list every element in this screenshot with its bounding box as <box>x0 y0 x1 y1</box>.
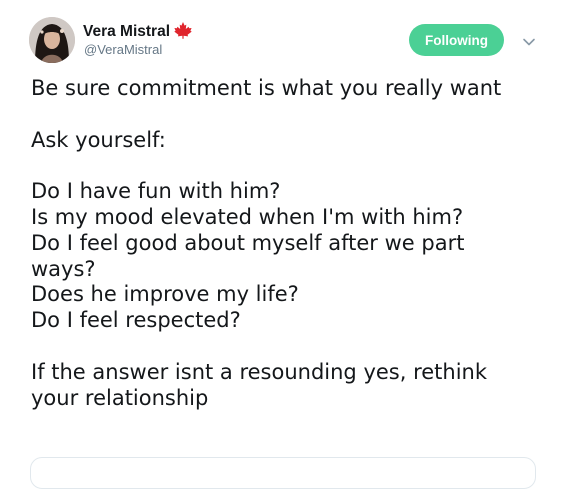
tweet-line: ways? <box>31 256 96 281</box>
tweet-line: Do I have fun with him? <box>31 179 281 204</box>
tweet-line: Does he improve my life? <box>31 282 299 307</box>
tweet-line: your relationship <box>31 385 209 410</box>
tweet-text: Be sure commitment is what you really wa… <box>31 76 531 411</box>
tweet-line: Is my mood elevated when I'm with him? <box>31 204 464 229</box>
chevron-down-icon[interactable] <box>520 33 538 51</box>
tweet-line: Ask yourself: <box>31 127 166 152</box>
quoted-card[interactable] <box>30 457 536 489</box>
following-button[interactable]: Following <box>409 24 504 56</box>
tweet-line: If the answer isnt a resounding yes, ret… <box>31 359 488 384</box>
author-name[interactable]: Vera Mistral <box>83 20 193 43</box>
author-name-text[interactable]: Vera Mistral <box>83 23 170 41</box>
tweet-line: Do I feel respected? <box>31 308 241 333</box>
avatar[interactable] <box>29 17 75 63</box>
author-handle[interactable]: @VeraMistral <box>84 42 162 57</box>
tweet-line: Do I feel good about myself after we par… <box>31 230 465 255</box>
canada-flag-icon <box>173 21 193 44</box>
tweet-line: Be sure commitment is what you really wa… <box>31 76 502 100</box>
